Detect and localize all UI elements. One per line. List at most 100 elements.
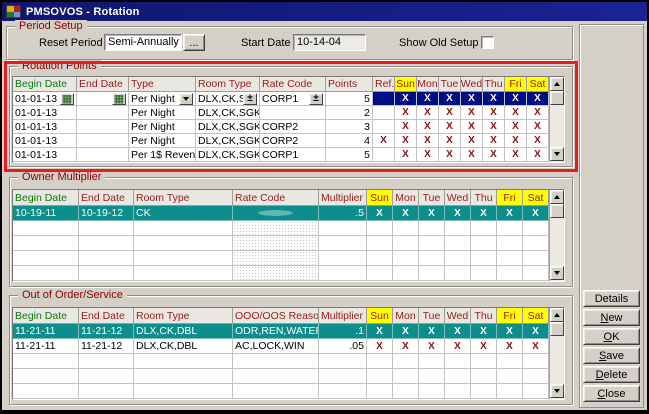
day-cell-mon[interactable]: X [417,106,439,120]
day-cell-fri[interactable]: X [505,148,527,162]
points-cell[interactable]: 4 [326,134,373,148]
day-cell-wed[interactable]: X [461,148,483,162]
new-button[interactable]: New [583,309,640,326]
day-cell-wed[interactable]: X [461,92,483,106]
type-cell[interactable]: Per Night [129,134,196,148]
end-date-cell[interactable] [77,148,129,162]
day-cell-sun[interactable]: X [395,92,417,106]
begin-date-cell[interactable]: 01-01-13 [13,134,77,148]
day-cell-thu[interactable]: X [471,324,497,339]
rotation-row[interactable]: 01-01-13Per NightDLX,CK,SGK,KCCORP23XXXX… [13,120,564,134]
titlebar[interactable]: PMSOVOS - Rotation [2,2,647,21]
day-cell-wed[interactable]: X [461,106,483,120]
owner-rate-code-cell[interactable] [233,206,319,221]
ooo-row[interactable]: 11-21-1111-21-12DLX,CK,DBLODR,REN,WATER.… [13,324,564,339]
day-cell-wed[interactable]: X [445,339,471,354]
delete-button[interactable]: Delete [583,366,640,383]
day-cell-fri[interactable]: X [505,92,527,106]
day-cell-thu[interactable]: X [483,120,505,134]
day-cell-tue[interactable]: X [419,324,445,339]
end-date-cell[interactable] [77,134,129,148]
ooo-end-date-cell[interactable]: 11-21-12 [79,339,134,354]
day-cell-mon[interactable]: X [417,148,439,162]
details-button[interactable]: Details [583,290,640,307]
rotation-scroll-up-icon[interactable] [550,77,564,91]
day-cell-wed[interactable]: X [461,134,483,148]
day-cell-thu[interactable]: X [483,92,505,106]
day-cell-thu[interactable]: X [483,134,505,148]
rotation-row[interactable]: 01-01-13Per NightDLX,CK,SGK,KC2XXXXXXX [13,106,564,120]
day-cell-fri[interactable]: X [497,324,523,339]
day-cell-tue[interactable]: X [419,339,445,354]
rate-code-cell[interactable]: CORP1 [260,148,326,162]
ooo-row[interactable]: 11-21-1111-21-12DLX,CK,DBLAC,LOCK,WIN.05… [13,339,564,354]
day-cell-mon[interactable]: X [417,134,439,148]
day-cell-mon[interactable]: X [417,92,439,106]
day-cell-thu[interactable]: X [471,339,497,354]
day-cell-fri[interactable]: X [497,206,523,221]
rotation-row[interactable]: 01-01-13Per 1$ RevenuDLX,CK,SGK,KCCORP15… [13,148,564,162]
rotation-scroll-thumb[interactable] [550,91,564,105]
type-cell[interactable]: Per 1$ Revenu [129,148,196,162]
day-cell-sun[interactable]: X [395,148,417,162]
ooo-multiplier-cell[interactable]: .1 [319,324,367,339]
day-cell-wed[interactable]: X [445,206,471,221]
day-cell-tue[interactable]: X [419,206,445,221]
points-cell[interactable]: 2 [326,106,373,120]
day-cell-wed[interactable]: X [461,120,483,134]
type-cell[interactable]: Per Night [129,92,196,106]
ooo-room-type-cell[interactable]: DLX,CK,DBL [134,324,233,339]
day-cell-sat[interactable]: X [527,106,549,120]
ooo-reason-cell[interactable]: AC,LOCK,WIN [233,339,319,354]
day-cell-fri[interactable]: X [497,339,523,354]
save-button[interactable]: Save [583,347,640,364]
ooo-begin-date-cell[interactable]: 11-21-11 [13,339,79,354]
day-cell-sat[interactable]: X [523,339,549,354]
owner-scrollbar[interactable] [549,190,564,281]
points-cell[interactable]: 5 [326,148,373,162]
owner-scroll-down-icon[interactable] [550,266,564,280]
day-cell-tue[interactable]: X [439,120,461,134]
ref-cell[interactable] [373,92,395,106]
rate-code-cell[interactable]: CORP1± [260,92,326,106]
owner-multiplier-cell[interactable]: .5 [319,206,367,221]
type-cell[interactable]: Per Night [129,120,196,134]
room-type-lov-button[interactable]: ± [243,93,257,105]
rotation-scrollbar[interactable] [549,77,564,162]
day-cell-mon[interactable]: X [393,339,419,354]
room-type-cell[interactable]: DLX,CK,SGK,KC [196,106,260,120]
day-cell-sun[interactable]: X [395,120,417,134]
day-cell-thu[interactable]: X [471,206,497,221]
day-cell-tue[interactable]: X [439,148,461,162]
owner-end-date-cell[interactable]: 10-19-12 [79,206,134,221]
day-cell-sun[interactable]: X [395,106,417,120]
day-cell-sun[interactable]: X [367,324,393,339]
day-cell-sun[interactable]: X [367,339,393,354]
end-date-cell[interactable]: ▦ [77,92,129,106]
reset-period-field[interactable]: Semi-Annually [104,34,182,51]
show-old-setup-checkbox[interactable] [481,36,494,49]
ooo-room-type-cell[interactable]: DLX,CK,DBL [134,339,233,354]
end-date-cell[interactable] [77,106,129,120]
room-type-cell[interactable]: DLX,CK,SGK,KC [196,148,260,162]
owner-row[interactable]: 10-19-1110-19-12CK.5XXXXXXX [13,206,564,221]
begin-date-cell[interactable]: 01-01-13 [13,120,77,134]
day-cell-sat[interactable]: X [527,148,549,162]
day-cell-fri[interactable]: X [505,106,527,120]
day-cell-wed[interactable]: X [445,324,471,339]
close-button[interactable]: Close [583,385,640,402]
rotation-row[interactable]: 01-01-13▦▦Per NightDLX,CK,SGK,KC±CORP1±5… [13,92,564,106]
reset-period-browse-button[interactable]: ... [183,34,205,51]
ooo-scrollbar[interactable] [549,308,564,399]
rotation-row[interactable]: 01-01-13Per NightDLX,CK,SGK,KCCORP24XXXX… [13,134,564,148]
rate-code-lov-button[interactable]: ± [309,93,323,105]
day-cell-sat[interactable]: X [523,324,549,339]
day-cell-mon[interactable]: X [393,324,419,339]
day-cell-mon[interactable]: X [393,206,419,221]
room-type-cell[interactable]: DLX,CK,SGK,KC± [196,92,260,106]
begin-date-calendar-button[interactable]: ▦ [60,93,74,105]
owner-begin-date-cell[interactable]: 10-19-11 [13,206,79,221]
end-date-calendar-button[interactable]: ▦ [112,93,126,105]
ooo-scroll-down-icon[interactable] [550,384,564,398]
day-cell-tue[interactable]: X [439,106,461,120]
